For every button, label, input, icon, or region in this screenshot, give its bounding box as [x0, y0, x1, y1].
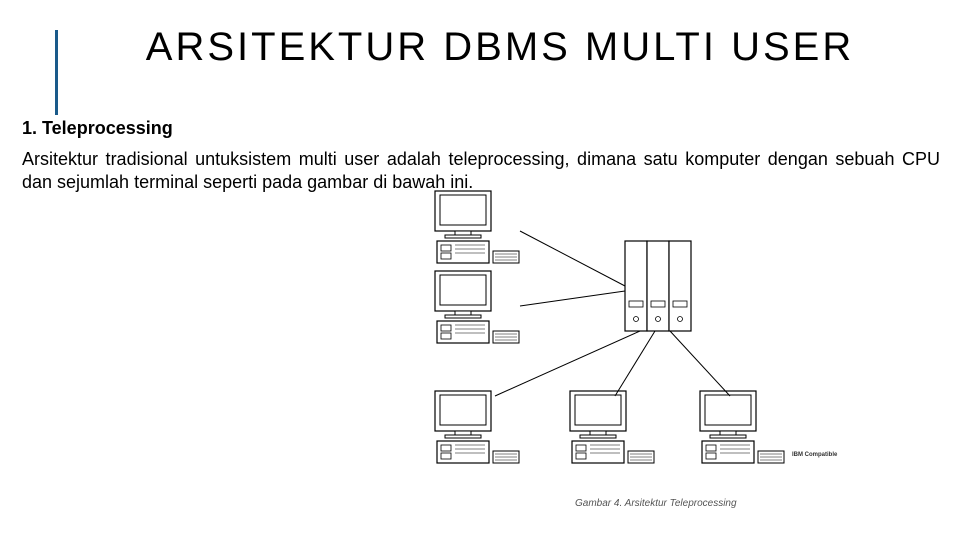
page-title: ARSITEKTUR DBMS MULTI USER — [100, 25, 900, 69]
figure-caption: Gambar 4. Arsitektur Teleprocessing — [575, 498, 737, 509]
section-heading: 1. Teleprocessing — [22, 118, 173, 139]
title-rule — [55, 30, 58, 115]
teleprocessing-diagram — [370, 186, 845, 496]
diagram-micro-label: IBM Compatible — [792, 452, 837, 458]
